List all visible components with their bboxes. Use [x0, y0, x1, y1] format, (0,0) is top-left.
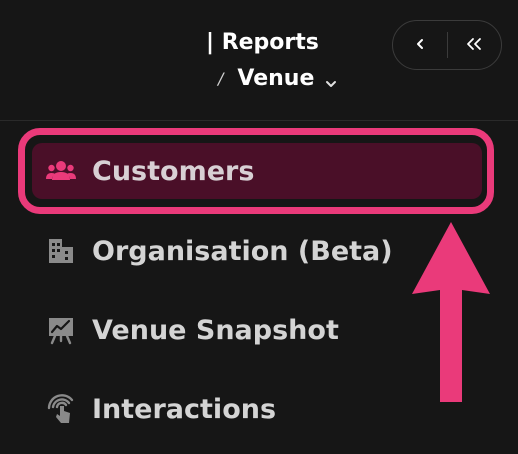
chevron-left-icon	[413, 36, 427, 55]
chart-board-icon	[44, 313, 78, 347]
menu-item-label: Interactions	[92, 393, 277, 425]
chevron-down-icon[interactable]	[324, 72, 338, 87]
back-button[interactable]	[393, 21, 447, 69]
breadcrumb[interactable]: / Venue	[218, 66, 338, 91]
double-chevron-left-icon	[465, 36, 483, 55]
reports-menu: Customers Organisation (Beta) Venue Snap…	[0, 121, 518, 454]
header: | Reports / Venue	[0, 0, 518, 121]
users-icon	[44, 154, 78, 188]
menu-item-customers[interactable]: Customers	[32, 143, 482, 199]
breadcrumb-current[interactable]: Venue	[237, 66, 314, 91]
menu-item-interactions[interactable]: Interactions	[32, 381, 482, 437]
nav-controls	[392, 20, 502, 70]
menu-item-label: Customers	[92, 155, 255, 187]
menu-item-organisation[interactable]: Organisation (Beta)	[32, 223, 482, 279]
menu-item-label: Venue Snapshot	[92, 314, 339, 346]
buildings-icon	[44, 234, 78, 268]
page-title: | Reports	[206, 30, 319, 55]
touch-signal-icon	[44, 392, 78, 426]
menu-item-label: Organisation (Beta)	[92, 235, 393, 267]
breadcrumb-separator: /	[218, 69, 224, 88]
menu-item-venue-snapshot[interactable]: Venue Snapshot	[32, 302, 482, 358]
collapse-sidebar-button[interactable]	[447, 21, 501, 69]
